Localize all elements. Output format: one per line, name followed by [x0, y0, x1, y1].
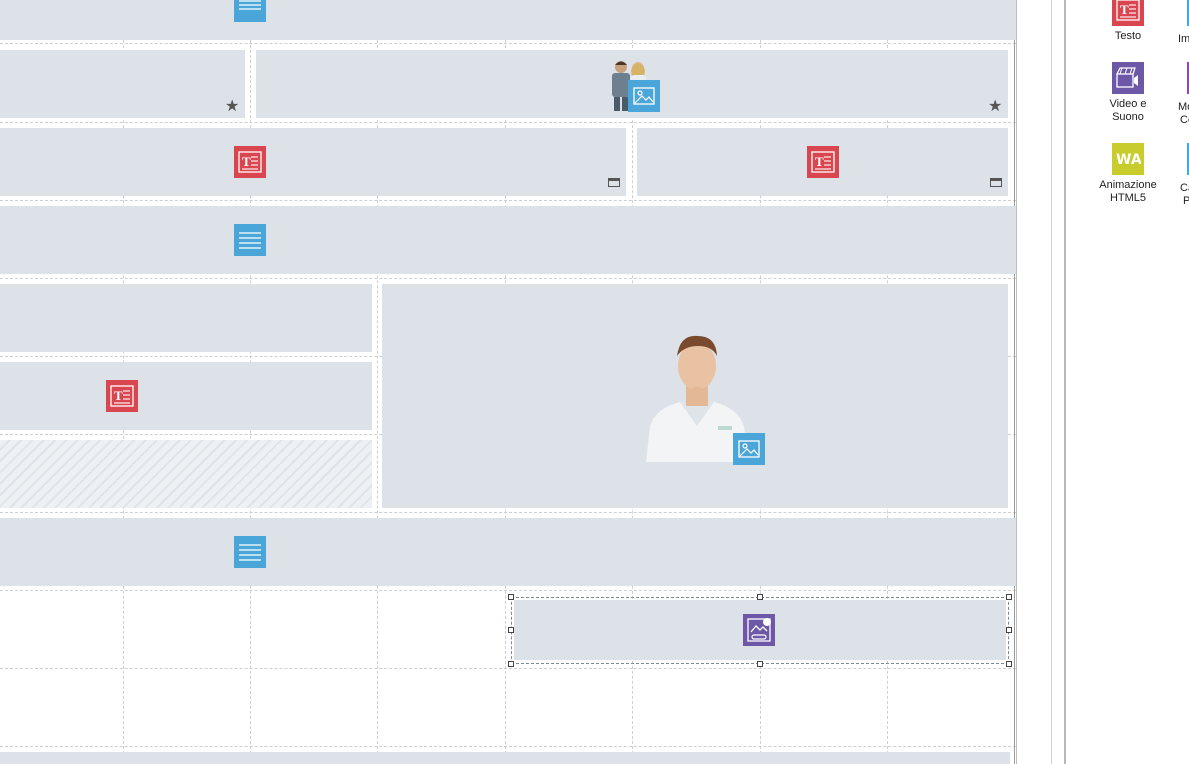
tool-video-suono[interactable]: Video e Suono — [1093, 62, 1163, 124]
tool-label: Suono — [1112, 111, 1144, 123]
empty-block[interactable] — [0, 284, 372, 352]
tool-label: HTML5 — [1109, 192, 1147, 204]
menu-block[interactable] — [0, 518, 1016, 586]
window-icon[interactable] — [990, 178, 1002, 187]
grid-line — [0, 746, 1016, 747]
grid-line — [0, 590, 1016, 591]
resize-handle[interactable] — [1006, 594, 1012, 600]
canvas-gutter — [1016, 0, 1065, 764]
menu-icon — [234, 536, 266, 568]
grid-line — [0, 278, 1016, 279]
resize-handle[interactable] — [508, 661, 514, 667]
tool-label[interactable]: Ca — [1180, 182, 1189, 195]
gutter-line — [1051, 0, 1052, 764]
tool-label: Animazione — [1099, 179, 1157, 191]
tool-animazione-html5[interactable]: WA Animazione HTML5 — [1093, 143, 1163, 205]
tool-label[interactable]: Mo — [1178, 101, 1189, 114]
empty-block[interactable] — [0, 50, 245, 118]
html5-animation-icon: WA — [1112, 143, 1144, 175]
placeholder-block[interactable] — [0, 440, 372, 508]
editor-canvas[interactable]: ★ ★ T T T — [0, 0, 1016, 764]
video-sound-icon — [1112, 62, 1144, 94]
menu-icon — [234, 0, 266, 22]
star-icon[interactable]: ★ — [988, 98, 1004, 114]
tool-label[interactable]: P — [1183, 195, 1189, 208]
text-block[interactable] — [0, 128, 626, 196]
grid-line — [0, 200, 1016, 201]
image-icon — [628, 80, 660, 112]
star-icon[interactable]: ★ — [225, 98, 241, 114]
grid-line — [0, 43, 1016, 44]
menu-block[interactable] — [0, 0, 1016, 40]
toolbox-panel: T Testo Im Video e Suono Mo Co WA Animaz… — [1064, 0, 1189, 764]
tool-label: Video e — [1109, 98, 1147, 110]
window-icon[interactable] — [608, 178, 620, 187]
resize-handle[interactable] — [757, 661, 763, 667]
text-block[interactable] — [0, 362, 372, 430]
svg-text:T: T — [1120, 2, 1129, 17]
tool-label: Testo — [1114, 30, 1142, 42]
text-icon: T — [807, 146, 839, 178]
grid-line — [0, 122, 1016, 123]
grid-line — [0, 512, 1016, 513]
text-icon: T — [234, 146, 266, 178]
svg-text:WA: WA — [1116, 152, 1141, 168]
svg-text:T: T — [815, 154, 824, 169]
partial-block[interactable] — [0, 752, 1010, 764]
text-icon: T — [1112, 0, 1144, 26]
grid-line — [0, 668, 1016, 669]
resize-handle[interactable] — [508, 627, 514, 633]
resize-handle[interactable] — [1006, 627, 1012, 633]
menu-icon — [234, 224, 266, 256]
svg-text:T: T — [242, 154, 251, 169]
image-icon — [733, 433, 765, 465]
tool-testo[interactable]: T Testo — [1093, 0, 1163, 43]
resize-handle[interactable] — [757, 594, 763, 600]
tool-label[interactable]: Im — [1178, 33, 1189, 46]
tool-label[interactable]: Co — [1180, 114, 1189, 127]
gallery-icon — [743, 614, 775, 646]
resize-handle[interactable] — [508, 594, 514, 600]
menu-block[interactable] — [0, 206, 1016, 274]
resize-handle[interactable] — [1006, 661, 1012, 667]
svg-text:T: T — [114, 388, 123, 403]
text-icon: T — [106, 380, 138, 412]
canvas-edge — [1014, 40, 1015, 764]
